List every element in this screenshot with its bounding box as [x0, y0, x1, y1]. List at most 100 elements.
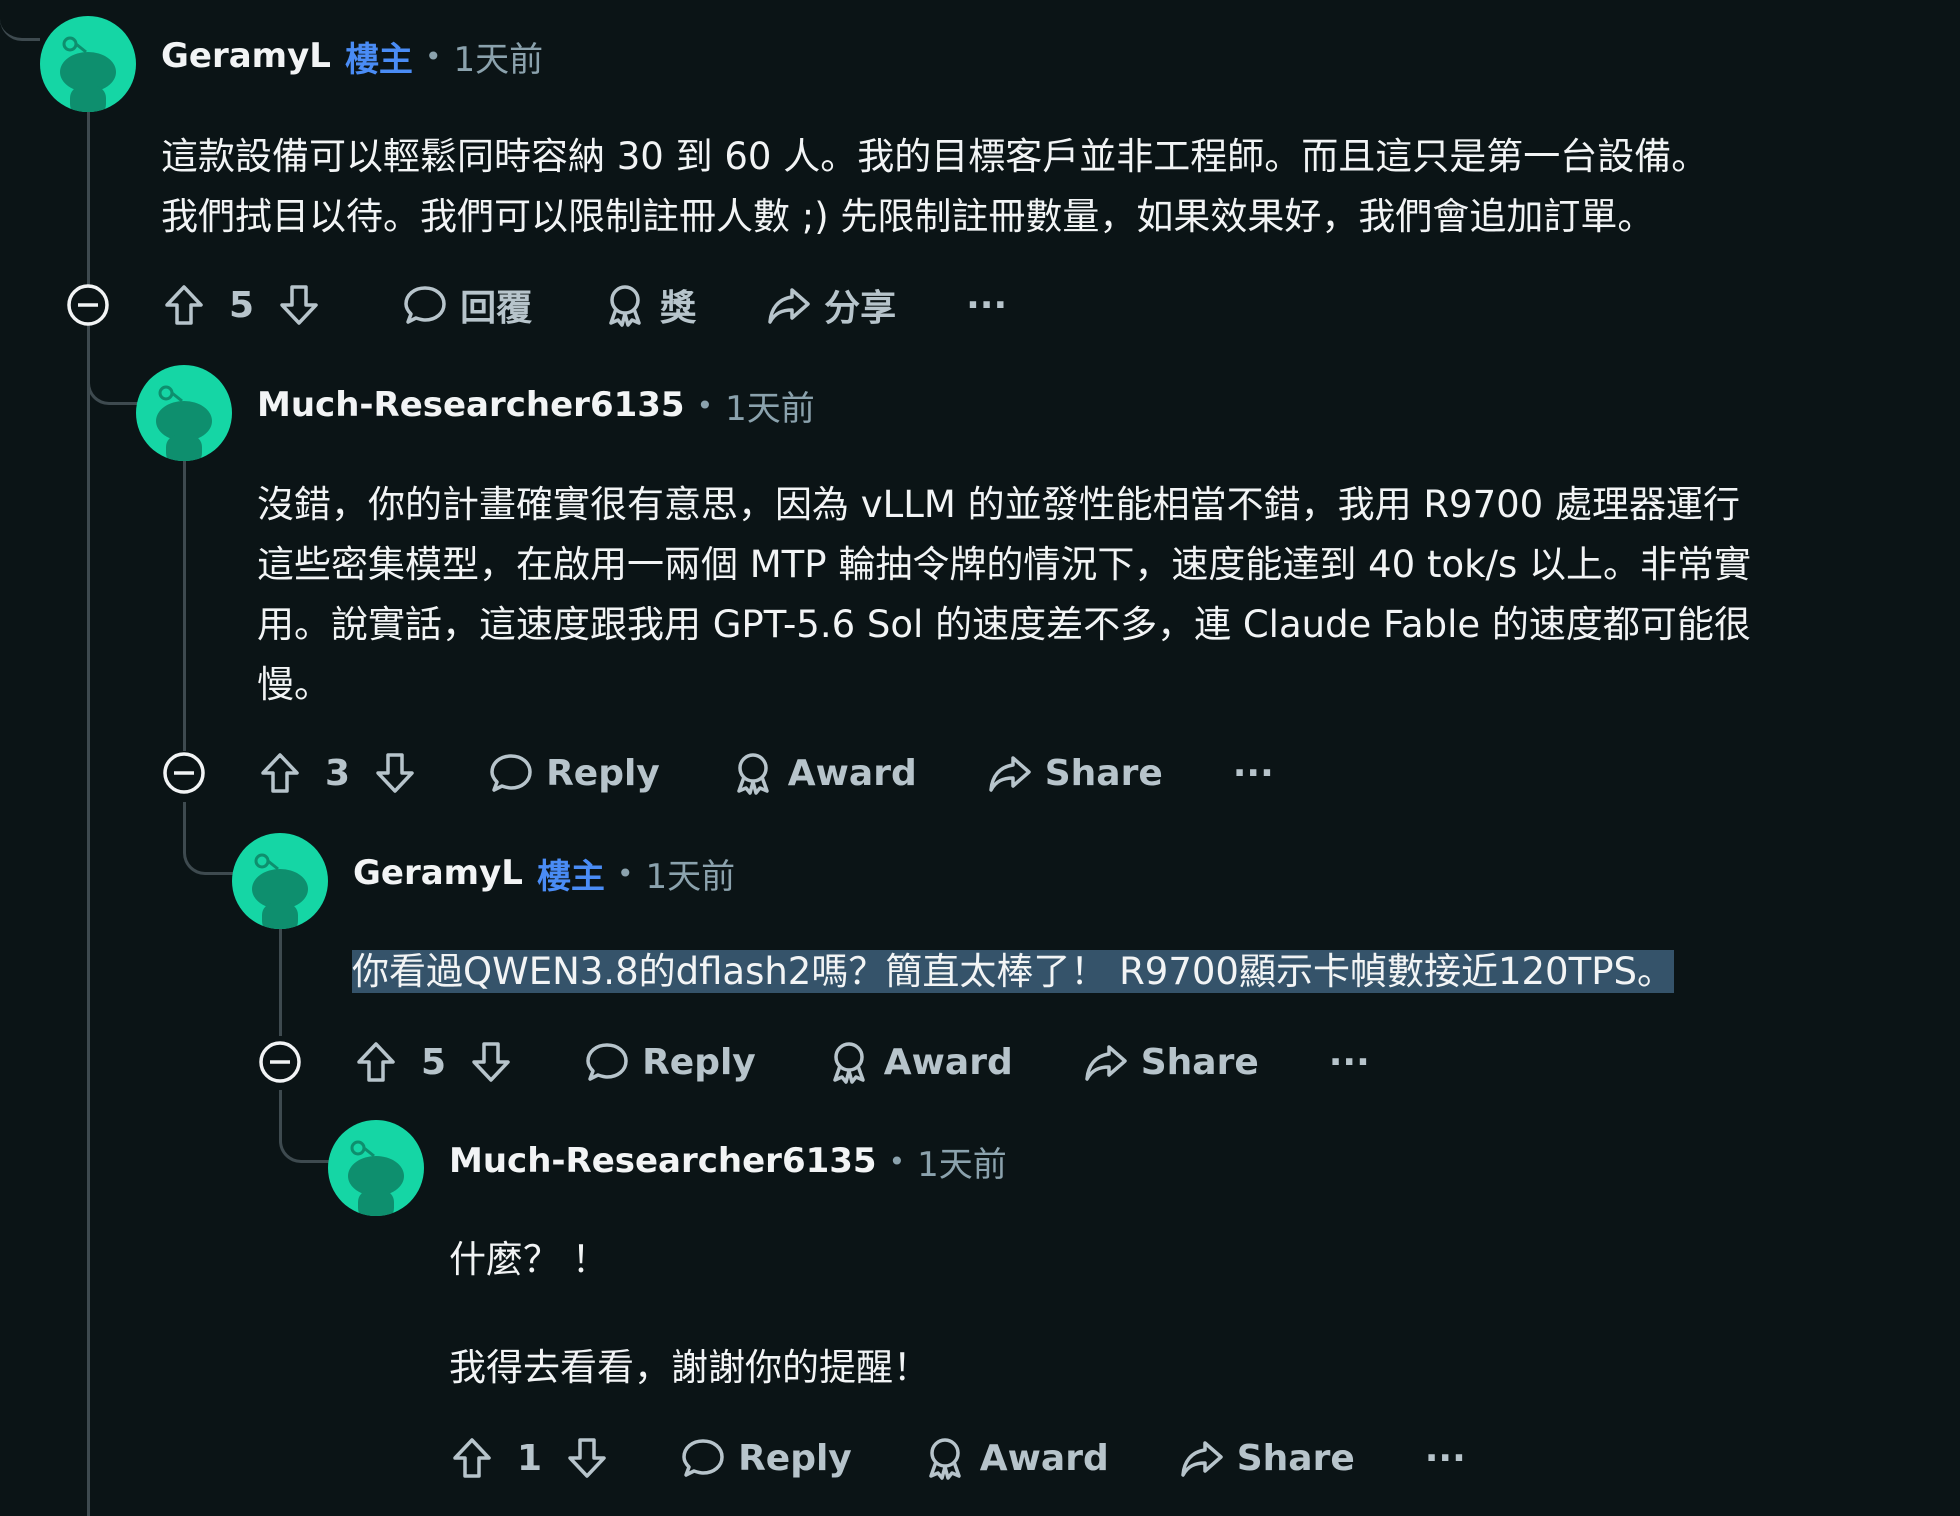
reply-button[interactable]: 回覆	[402, 279, 532, 331]
timestamp[interactable]: 1天前	[645, 849, 735, 898]
share-icon	[1180, 1441, 1223, 1477]
share-label: Share	[1236, 1437, 1355, 1479]
comment-text-line: 用。說實話，這速度跟我用 GPT-5.6 Sol 的速度差不多，連 Claude…	[257, 603, 1751, 646]
award-button[interactable]: Award	[730, 750, 917, 796]
selected-text: 你看過QWEN3.8的dflash2嗎？簡直太棒了！ R9700顯示卡幀數接近1…	[352, 950, 1674, 993]
comment-actions: 1 Reply Award Share ···	[449, 1428, 1466, 1488]
more-options-button[interactable]: ···	[1425, 1438, 1466, 1479]
avatar[interactable]	[328, 1120, 424, 1216]
speech-bubble-icon	[586, 1043, 628, 1081]
downvote-icon[interactable]	[276, 282, 322, 328]
award-button[interactable]: Award	[922, 1435, 1109, 1481]
award-button[interactable]: 獎	[602, 279, 696, 331]
reply-label: 回覆	[460, 288, 533, 329]
thread-connector-3	[279, 1090, 332, 1163]
award-label: Award	[979, 1437, 1109, 1479]
comment-text-line: 你看過QWEN3.8的dflash2嗎？簡直太棒了！ R9700顯示卡幀數接近1…	[352, 942, 1674, 1002]
share-button[interactable]: Share	[1179, 1435, 1355, 1481]
share-icon	[988, 756, 1031, 792]
comment-actions: 5 回覆 獎 分享 ···	[161, 275, 1007, 335]
thread-line-level2[interactable]	[183, 461, 186, 751]
snoo-avatar-icon	[348, 1140, 404, 1216]
comment-body: 你看過QWEN3.8的dflash2嗎？簡直太棒了！ R9700顯示卡幀數接近1…	[352, 942, 1674, 1002]
comment-text-line: 慢。	[257, 663, 331, 706]
separator-dot: •	[616, 856, 634, 890]
reply-label: Reply	[546, 752, 660, 794]
comment-text-line: 這些密集模型，在啟用一兩個 MTP 輪抽令牌的情況下，速度能達到 40 tok/…	[257, 543, 1752, 586]
username[interactable]: GeramyL	[161, 36, 331, 76]
avatar[interactable]	[136, 365, 232, 461]
username[interactable]: Much-Researcher6135	[449, 1141, 877, 1181]
comment-header: GeramyL 樓主 • 1天前	[161, 32, 543, 81]
downvote-icon[interactable]	[468, 1039, 514, 1085]
separator-dot: •	[888, 1144, 906, 1178]
share-icon	[1084, 1045, 1127, 1081]
share-button[interactable]: Share	[1083, 1039, 1259, 1085]
reply-label: Reply	[738, 1437, 852, 1479]
downvote-icon[interactable]	[372, 750, 418, 796]
award-label: 獎	[660, 288, 697, 329]
upvote-icon[interactable]	[257, 750, 303, 796]
award-label: Award	[883, 1041, 1013, 1083]
comment-text-line: 我們拭目以待。我們可以限制註冊人數 ;) 先限制註冊數量，如果效果好，我們會追加…	[161, 195, 1655, 238]
award-icon	[609, 285, 641, 327]
collapse-icon[interactable]	[162, 751, 206, 795]
thread-line-top	[0, 0, 40, 41]
more-options-button[interactable]: ···	[1329, 1042, 1370, 1083]
snoo-avatar-icon	[252, 853, 308, 929]
comment-body: 沒錯，你的計畫確實很有意思，因為 vLLM 的並發性能相當不錯，我用 R9700…	[257, 475, 1751, 715]
avatar[interactable]	[40, 16, 136, 112]
username[interactable]: Much-Researcher6135	[257, 385, 685, 425]
comment-thread: GeramyL 樓主 • 1天前 這款設備可以輕鬆同時容納 30 到 60 人。…	[0, 0, 1960, 1516]
share-icon	[768, 288, 810, 324]
op-badge: 樓主	[536, 856, 605, 897]
share-label: Share	[1140, 1041, 1259, 1083]
timestamp[interactable]: 1天前	[917, 1137, 1007, 1186]
comment-body: 這款設備可以輕鬆同時容納 30 到 60 人。我的目標客戶並非工程師。而且這只是…	[161, 127, 1708, 247]
vote-count: 1	[517, 1437, 543, 1479]
more-dots-icon: ···	[966, 284, 1008, 326]
thread-connector-2	[183, 802, 236, 875]
more-dots-icon: ···	[1424, 1437, 1466, 1479]
more-dots-icon: ···	[1232, 752, 1274, 794]
speech-bubble-icon	[682, 1439, 724, 1477]
collapse-icon[interactable]	[258, 1040, 302, 1084]
share-label: 分享	[824, 288, 897, 329]
reply-button[interactable]: Reply	[680, 1435, 852, 1481]
comment-text-line: 這款設備可以輕鬆同時容納 30 到 60 人。我的目標客戶並非工程師。而且這只是…	[161, 135, 1709, 178]
award-button[interactable]: Award	[826, 1039, 1013, 1085]
comment-actions: 5 Reply Award Share ···	[353, 1032, 1370, 1092]
comment-body: 什麼？ ！ 我得去看看，謝謝你的提醒！	[449, 1230, 930, 1398]
separator-dot: •	[424, 39, 442, 73]
share-button[interactable]: 分享	[766, 279, 896, 331]
vote-count: 3	[325, 752, 351, 794]
award-label: Award	[787, 752, 917, 794]
upvote-icon[interactable]	[353, 1039, 399, 1085]
reply-button[interactable]: Reply	[584, 1039, 756, 1085]
snoo-avatar-icon	[156, 385, 212, 461]
collapse-icon[interactable]	[66, 283, 110, 327]
timestamp[interactable]: 1天前	[725, 381, 815, 430]
award-icon	[929, 1438, 961, 1480]
share-button[interactable]: Share	[987, 750, 1163, 796]
comment-header: Much-Researcher6135 • 1天前	[449, 1137, 1007, 1186]
timestamp[interactable]: 1天前	[453, 32, 543, 81]
thread-line-level3[interactable]	[279, 928, 282, 1036]
separator-dot: •	[696, 388, 714, 422]
more-options-button[interactable]: ···	[1233, 753, 1274, 794]
upvote-icon[interactable]	[161, 282, 207, 328]
award-icon	[833, 1042, 865, 1084]
thread-connector-1	[87, 332, 140, 405]
comment-actions: 3 Reply Award Share ···	[257, 743, 1274, 803]
comment-header: Much-Researcher6135 • 1天前	[257, 381, 815, 430]
username[interactable]: GeramyL	[353, 853, 523, 893]
comment-text-line: 我得去看看，謝謝你的提醒！	[449, 1346, 930, 1389]
speech-bubble-icon	[404, 286, 446, 324]
more-options-button[interactable]: ···	[966, 285, 1007, 326]
op-badge: 樓主	[344, 39, 413, 80]
reply-button[interactable]: Reply	[488, 750, 660, 796]
avatar[interactable]	[232, 833, 328, 929]
downvote-icon[interactable]	[564, 1435, 610, 1481]
share-label: Share	[1044, 752, 1163, 794]
upvote-icon[interactable]	[449, 1435, 495, 1481]
